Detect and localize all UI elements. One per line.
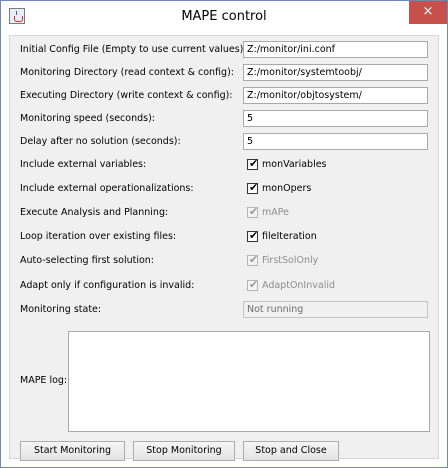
fileiteration-label: fileIteration (262, 231, 317, 242)
monvariables-label: monVariables (262, 159, 327, 170)
monopers-label: monOpers (262, 183, 312, 194)
stop-and-close-button[interactable]: Stop and Close (243, 441, 339, 461)
checkmark-icon: ✔ (249, 181, 259, 194)
initial-config-row: Initial Config File (Empty to use curren… (10, 40, 440, 60)
checkmark-icon: ✔ (249, 229, 259, 242)
start-monitoring-button[interactable]: Start Monitoring (20, 441, 125, 461)
executing-directory-row: Executing Directory (write context & con… (10, 86, 440, 106)
ext-variables-row: Include external variables: ✔ monVariabl… (10, 155, 440, 175)
adapt-label: Adapt only if configuration is invalid: (20, 280, 195, 291)
loop-label: Loop iteration over existing files: (20, 231, 177, 242)
mape-log-textarea[interactable] (68, 331, 430, 432)
delay-row: Delay after no solution (seconds): 5 (10, 132, 440, 152)
delay-field[interactable]: 5 (243, 133, 428, 150)
window-title: MAPE control (181, 9, 267, 24)
initial-config-label: Initial Config File (Empty to use curren… (20, 44, 247, 55)
monitoring-state-row: Monitoring state: Not running (10, 300, 440, 320)
auto-select-row: Auto-selecting first solution: ✔ FirstSo… (10, 251, 440, 271)
ext-opers-row: Include external operationalizations: ✔ … (10, 179, 440, 199)
executing-directory-label: Executing Directory (write context & con… (20, 90, 233, 101)
delay-label: Delay after no solution (seconds): (20, 136, 181, 147)
mape-form: Initial Config File (Empty to use curren… (9, 35, 440, 461)
title-bar: MAPE control × (1, 1, 447, 36)
checkmark-icon: ✔ (249, 253, 259, 266)
analysis-label: Execute Analysis and Planning: (20, 207, 169, 218)
adapt-row: Adapt only if configuration is invalid: … (10, 276, 440, 296)
mape-log-label: MAPE log: (20, 375, 68, 386)
monitoring-state-field: Not running (243, 301, 428, 318)
analysis-row: Execute Analysis and Planning: ✔ mAPe (10, 203, 440, 223)
monitoring-speed-label: Monitoring speed (seconds): (20, 113, 155, 124)
checkmark-icon: ✔ (249, 278, 259, 291)
mape-control-window: MAPE control × Initial Config File (Empt… (0, 0, 448, 468)
mape-check-label: mAPe (262, 207, 289, 218)
initial-config-field[interactable]: Z:/monitor/ini.conf (243, 41, 428, 58)
loop-row: Loop iteration over existing files: ✔ fi… (10, 227, 440, 247)
monitoring-directory-label: Monitoring Directory (read context & con… (20, 67, 234, 78)
checkmark-icon: ✔ (249, 205, 259, 218)
adaptoninvalid-label: AdaptOnInvalid (262, 280, 336, 291)
executing-directory-field[interactable]: Z:/monitor/objtosystem/ (243, 87, 428, 104)
ext-variables-label: Include external variables: (20, 159, 147, 170)
checkmark-icon: ✔ (249, 157, 259, 170)
close-icon[interactable]: × (409, 1, 447, 24)
monitoring-speed-row: Monitoring speed (seconds): 5 (10, 109, 440, 129)
monitoring-state-label: Monitoring state: (20, 304, 102, 315)
monitoring-directory-field[interactable]: Z:/monitor/systemtoobj/ (243, 64, 428, 81)
monitoring-directory-row: Monitoring Directory (read context & con… (10, 63, 440, 83)
stop-monitoring-button[interactable]: Stop Monitoring (133, 441, 235, 461)
monitoring-speed-field[interactable]: 5 (243, 110, 428, 127)
ext-opers-label: Include external operationalizations: (20, 183, 194, 194)
auto-select-label: Auto-selecting first solution: (20, 255, 155, 266)
firstsolonly-label: FirstSolOnly (262, 255, 319, 266)
